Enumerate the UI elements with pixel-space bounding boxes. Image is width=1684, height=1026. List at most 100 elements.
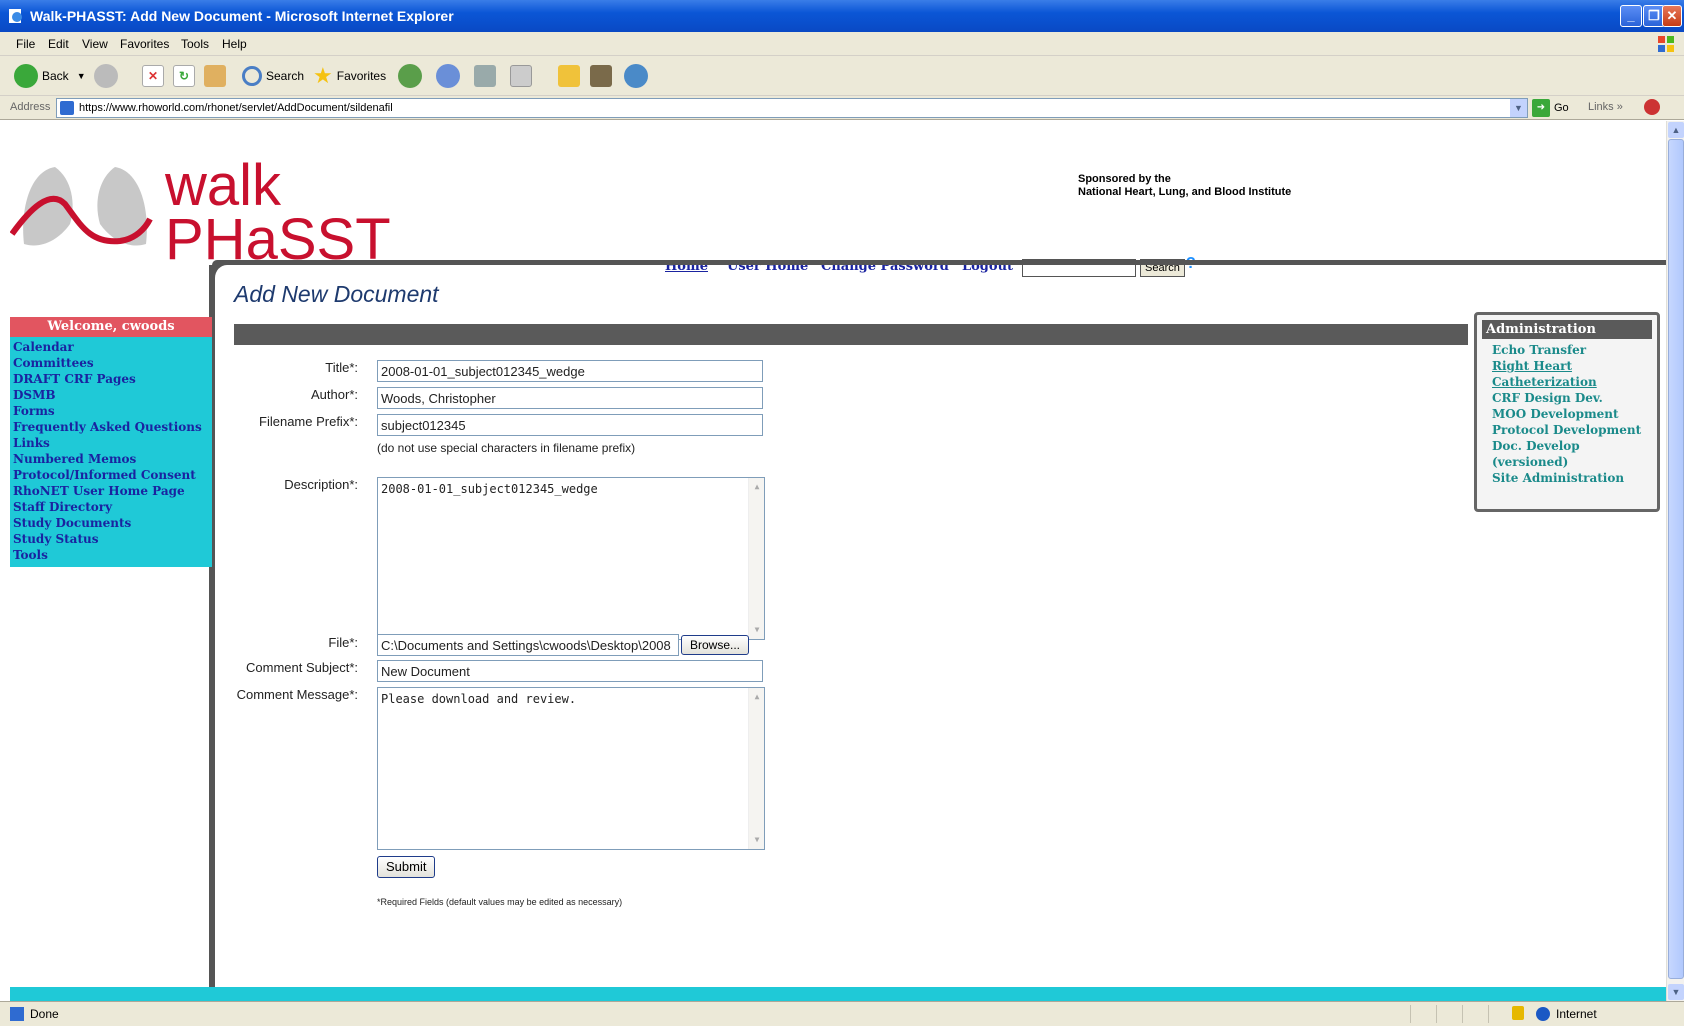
status-text: Done (10, 1007, 59, 1021)
title-divider-bar (234, 324, 1468, 345)
scroll-down-icon[interactable]: ▼ (750, 623, 764, 637)
admin-versioned-link[interactable]: (versioned) (1482, 454, 1652, 470)
content-frame-top (212, 260, 1666, 265)
title-input[interactable]: 2008-01-01_subject012345_wedge (377, 360, 763, 382)
favorites-star-icon: ★ (313, 63, 333, 88)
messenger-icon (624, 64, 648, 88)
go-arrow-icon: ➜ (1532, 99, 1550, 117)
security-zone: Internet (1536, 1007, 1597, 1021)
filename-prefix-label: Filename Prefix*: (259, 414, 358, 429)
browse-button[interactable]: Browse... (681, 635, 750, 655)
page-scroll-down-icon[interactable]: ▼ (1668, 984, 1684, 1000)
browser-toolbar: Back ▼ ✕ ↻ Search ★ Favorites (0, 56, 1684, 96)
comment-subject-label: Comment Subject*: (246, 660, 358, 675)
discuss-icon (558, 65, 580, 87)
edit-button[interactable] (510, 62, 532, 90)
menu-file[interactable]: File (16, 37, 35, 51)
comment-message-textarea[interactable]: Please download and review. ▲ ▼ (377, 687, 765, 850)
go-button[interactable]: ➜ Go (1532, 99, 1569, 117)
menu-favorites[interactable]: Favorites (120, 37, 169, 51)
footer-bar (10, 987, 1666, 1001)
file-path-input[interactable]: C:\Documents and Settings\cwoods\Desktop… (377, 634, 679, 656)
lungs-logo-icon (9, 167, 153, 246)
admin-doc-develop-link[interactable]: Doc. Develop (1482, 438, 1652, 454)
title-label: Title*: (325, 360, 358, 375)
comment-subject-input[interactable]: New Document (377, 660, 763, 682)
page-scroll-thumb[interactable] (1668, 139, 1684, 979)
description-textarea[interactable]: 2008-01-01_subject012345_wedge ▲ ▼ (377, 477, 765, 640)
comment-scrollbar[interactable]: ▲ ▼ (748, 688, 764, 849)
discuss-button[interactable] (558, 62, 580, 90)
status-separator (1462, 1005, 1463, 1023)
links-button[interactable]: Links » (1588, 101, 1623, 113)
submit-button[interactable]: Submit (377, 856, 436, 878)
messenger-button[interactable] (624, 62, 652, 90)
admin-echo-transfer-link[interactable]: Echo Transfer (1482, 342, 1652, 358)
forward-arrow-icon (94, 64, 118, 88)
address-dropdown-icon[interactable]: ▼ (1510, 99, 1527, 117)
page-scroll-up-icon[interactable]: ▲ (1668, 122, 1684, 138)
page-scrollbar[interactable]: ▲ ▼ (1666, 121, 1684, 1001)
description-scrollbar[interactable]: ▲ ▼ (748, 478, 764, 639)
admin-site-administration-link[interactable]: Site Administration (1482, 470, 1652, 486)
address-label: Address (10, 101, 51, 113)
forward-button[interactable] (94, 62, 122, 90)
stop-button[interactable]: ✕ (142, 62, 164, 90)
internet-globe-icon (1536, 1007, 1550, 1021)
minimize-button[interactable]: _ (1620, 5, 1642, 27)
window-title-bar: Walk-PHASST: Add New Document - Microsof… (0, 0, 1684, 32)
print-button[interactable] (474, 62, 496, 90)
scroll-up-icon[interactable]: ▲ (750, 480, 764, 494)
scroll-up-icon[interactable]: ▲ (750, 690, 764, 704)
stop-icon: ✕ (142, 65, 164, 87)
page-done-icon (10, 1007, 24, 1021)
home-button[interactable] (204, 62, 226, 90)
required-fields-note: *Required Fields (default values may be … (377, 897, 623, 907)
secure-lock-icon (1512, 1006, 1524, 1020)
search-button[interactable]: Search (242, 62, 304, 90)
status-separator (1488, 1005, 1489, 1023)
administration-panel: Administration Echo Transfer Right Heart… (1474, 312, 1660, 512)
menu-edit[interactable]: Edit (48, 37, 69, 51)
windows-logo-icon (1658, 36, 1674, 52)
status-bar: Done Internet (0, 1001, 1684, 1026)
filename-prefix-hint: (do not use special characters in filena… (377, 441, 636, 455)
admin-crf-design-link[interactable]: CRF Design Dev. (1482, 390, 1652, 406)
page-viewport: walk PHaSST Sponsored by the National He… (0, 121, 1666, 1001)
file-label: File*: (328, 635, 358, 650)
ie-page-icon (9, 9, 22, 23)
history-button[interactable] (398, 62, 426, 90)
close-button[interactable]: ✕ (1662, 5, 1682, 27)
author-input[interactable]: Woods, Christopher (377, 387, 763, 409)
admin-protocol-development-link[interactable]: Protocol Development (1482, 422, 1652, 438)
menu-view[interactable]: View (82, 37, 108, 51)
window-title: Walk-PHASST: Add New Document - Microsof… (30, 8, 454, 24)
refresh-button[interactable]: ↻ (173, 62, 195, 90)
research-icon (590, 65, 612, 87)
favorites-button[interactable]: ★ Favorites (313, 62, 386, 90)
address-input[interactable]: https://www.rhoworld.com/rhonet/servlet/… (56, 98, 1528, 118)
back-button[interactable]: Back ▼ (14, 62, 86, 90)
refresh-icon: ↻ (173, 65, 195, 87)
admin-catheterization-link[interactable]: Catheterization (1482, 374, 1652, 390)
comment-message-label: Comment Message*: (236, 687, 358, 702)
menu-tools[interactable]: Tools (181, 37, 209, 51)
menu-help[interactable]: Help (222, 37, 247, 51)
administration-header: Administration (1482, 320, 1652, 339)
status-separator (1410, 1005, 1411, 1023)
admin-right-heart-link[interactable]: Right Heart (1482, 358, 1652, 374)
translate-icon[interactable] (1644, 99, 1660, 115)
scroll-down-icon[interactable]: ▼ (750, 833, 764, 847)
page-icon (60, 101, 74, 115)
home-icon (204, 65, 226, 87)
history-icon (398, 64, 422, 88)
filename-prefix-input[interactable]: subject012345 (377, 414, 763, 436)
back-dropdown-icon: ▼ (76, 71, 86, 81)
research-button[interactable] (590, 62, 612, 90)
admin-moo-development-link[interactable]: MOO Development (1482, 406, 1652, 422)
back-arrow-icon (14, 64, 38, 88)
menu-bar: File Edit View Favorites Tools Help (0, 32, 1684, 56)
mail-button[interactable] (436, 62, 464, 90)
description-label: Description*: (284, 477, 358, 492)
address-bar: Address https://www.rhoworld.com/rhonet/… (0, 96, 1684, 120)
